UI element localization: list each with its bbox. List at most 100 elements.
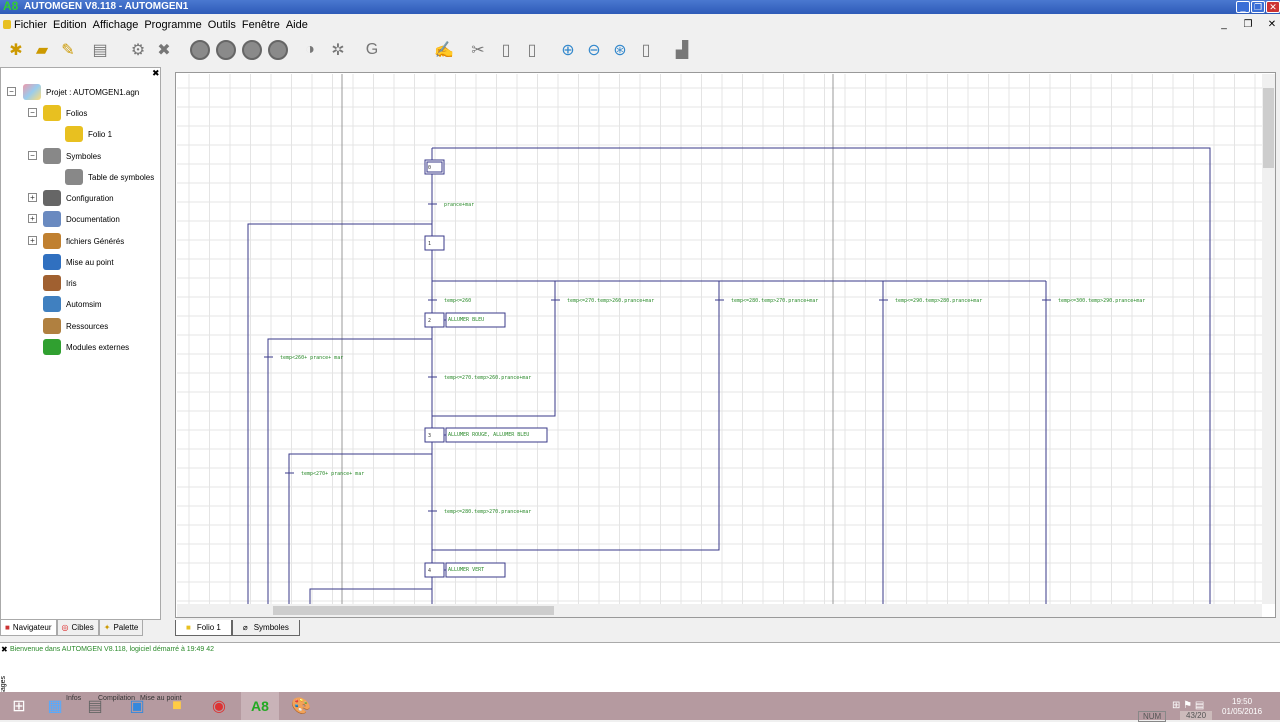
tray-icons[interactable]: ⊞ ⚑ ▤ xyxy=(1172,700,1204,711)
tree-item[interactable]: Configuration xyxy=(43,189,114,207)
taskbar-monitor-app[interactable]: ▦ xyxy=(36,692,74,720)
zoom-in-icon[interactable]: ⊕ xyxy=(556,37,580,63)
tab-folio-1[interactable]: ■ Folio 1 xyxy=(175,620,232,636)
tree-item[interactable]: Iris xyxy=(43,274,77,292)
minimize-button[interactable]: _ xyxy=(1236,1,1250,13)
start-button[interactable]: ⊞ xyxy=(0,692,38,720)
stop-icon[interactable] xyxy=(240,37,264,63)
new-icon[interactable]: ✱ xyxy=(4,37,28,63)
target-icon[interactable]: ◑ xyxy=(298,37,322,63)
tree-item[interactable]: fichiers Générés xyxy=(43,232,124,250)
vertical-scrollbar[interactable] xyxy=(1262,74,1275,604)
settings-icon[interactable]: ✲ xyxy=(326,37,350,63)
page-icon[interactable]: ▯ xyxy=(634,37,658,63)
taskbar-paint[interactable]: 🎨 xyxy=(282,692,320,720)
tree-item[interactable]: Symboles xyxy=(43,147,101,165)
transition-condition: temp<=260 xyxy=(444,298,471,304)
mdi-restore-button[interactable]: ❐ xyxy=(1240,18,1256,31)
edit-icon: ✍ xyxy=(434,42,454,59)
compile-icon[interactable]: ⚙ xyxy=(126,37,150,63)
run-icon xyxy=(190,40,210,60)
tree-item-label: Automsim xyxy=(66,299,102,309)
folio--icon xyxy=(65,126,83,142)
taskbar-chrome[interactable]: ◉ xyxy=(200,692,238,720)
horizontal-scrollbar[interactable] xyxy=(177,604,1262,617)
mdi-close-button[interactable]: ✕ xyxy=(1264,18,1280,31)
edit-icon[interactable]: ✍ xyxy=(432,37,456,63)
configuration-icon xyxy=(43,190,61,206)
stop-compile-icon[interactable]: ✖ xyxy=(152,37,176,63)
link-line xyxy=(309,588,432,604)
step-icon[interactable] xyxy=(266,37,290,63)
expand-icon[interactable]: + xyxy=(28,236,37,245)
save-icon[interactable]: ✎ xyxy=(56,37,80,63)
tree-item[interactable]: Mise au point xyxy=(43,253,114,271)
blank-icon[interactable] xyxy=(396,37,420,63)
tab-cibles[interactable]: ◎ Cibles xyxy=(56,620,99,636)
collapse-icon[interactable]: − xyxy=(28,151,37,160)
scroll-thumb[interactable] xyxy=(1263,88,1274,168)
maximize-button[interactable]: ❐ xyxy=(1251,1,1265,13)
cut-icon[interactable]: ✂ xyxy=(466,37,490,63)
menu-outils[interactable]: Outils xyxy=(208,19,236,31)
tree-item-label: Modules externes xyxy=(66,342,130,352)
grafcet-icon[interactable]: G xyxy=(360,37,384,63)
tree-item[interactable]: Folio 1 xyxy=(65,125,112,143)
compile-icon: ⚙ xyxy=(130,42,146,59)
grafcet-diagram[interactable]: 0 1 2 ALLUMER BLEU 3 ALLUMER ROUGE, ALLUMER B… xyxy=(177,74,1262,604)
tree-item[interactable]: Modules externes xyxy=(43,338,129,356)
panel-close-icon[interactable]: ✖ xyxy=(152,68,160,79)
menu-fichier[interactable]: Fichier xyxy=(14,19,47,31)
menu-fenetre[interactable]: Fenêtre xyxy=(242,19,280,31)
windows-icon: ⊞ xyxy=(12,698,26,715)
window-title: AUTOMGEN V8.118 - AUTOMGEN1 xyxy=(24,1,189,12)
scroll-thumb[interactable] xyxy=(273,606,554,615)
zoom-fit-icon[interactable]: ⊛ xyxy=(608,37,632,63)
tool-icon[interactable]: ▟ xyxy=(670,37,694,63)
tab-navigateur[interactable]: ■ Navigateur xyxy=(0,620,57,636)
tree-item[interactable]: Ressources xyxy=(43,317,108,335)
tab-label: Cibles xyxy=(71,623,94,632)
messages-close-icon[interactable]: ✖ xyxy=(1,645,8,654)
collapse-icon[interactable]: − xyxy=(28,108,37,117)
print-icon[interactable]: ▤ xyxy=(88,37,112,63)
tree-item-label: Documentation xyxy=(66,214,120,224)
taskbar-explorer[interactable]: ■ xyxy=(158,692,196,720)
menu-programme[interactable]: Programme xyxy=(144,19,201,31)
stop-compile-icon: ✖ xyxy=(157,42,171,59)
tree-item[interactable]: Projet : AUTOMGEN1.agn xyxy=(23,83,139,101)
menu-aide[interactable]: Aide xyxy=(286,19,308,31)
menu-edition[interactable]: Edition xyxy=(53,19,87,31)
transition-condition: temp<260+ prance+ mar xyxy=(280,355,343,361)
taskbar-firewall-app[interactable]: ▤ xyxy=(76,692,114,720)
zoom-out-icon: ⊖ xyxy=(587,42,601,59)
tree-item[interactable]: Automsim xyxy=(43,295,102,313)
pause-icon[interactable] xyxy=(214,37,238,63)
monitor-icon: ▦ xyxy=(47,698,63,715)
mdi-minimize-button[interactable]: _ xyxy=(1216,18,1232,31)
run-icon[interactable] xyxy=(188,37,212,63)
expand-icon[interactable]: + xyxy=(28,193,37,202)
tree-item-label: Configuration xyxy=(66,193,114,203)
clock[interactable]: 19:50 01/05/2016 xyxy=(1222,697,1262,717)
menu-affichage[interactable]: Affichage xyxy=(93,19,139,31)
save-icon: ✎ xyxy=(61,42,75,59)
taskbar-automgen[interactable]: A8 xyxy=(241,692,279,720)
close-button[interactable]: ✕ xyxy=(1266,1,1280,13)
zoom-out-icon[interactable]: ⊖ xyxy=(582,37,606,63)
paste-icon[interactable]: ▯ xyxy=(520,37,544,63)
tab-palette[interactable]: ✦ Palette xyxy=(98,620,144,636)
expand-icon[interactable]: + xyxy=(28,214,37,223)
copy-icon[interactable]: ▯ xyxy=(494,37,518,63)
zoom-in-icon: ⊕ xyxy=(561,42,575,59)
collapse-icon[interactable]: − xyxy=(7,87,16,96)
ressources-icon xyxy=(43,318,61,334)
tree-item[interactable]: Folios xyxy=(43,104,87,122)
tree-item[interactable]: Documentation xyxy=(43,210,120,228)
open-icon[interactable]: ▰ xyxy=(30,37,54,63)
transition-condition: temp<=270.temp>260.prance+mar xyxy=(567,298,654,304)
tree-item[interactable]: Table de symboles xyxy=(65,168,154,186)
tab-symboles[interactable]: ⌀ Symboles xyxy=(231,620,300,636)
taskbar-control-app[interactable]: ▣ xyxy=(118,692,156,720)
document-icon xyxy=(3,20,11,29)
